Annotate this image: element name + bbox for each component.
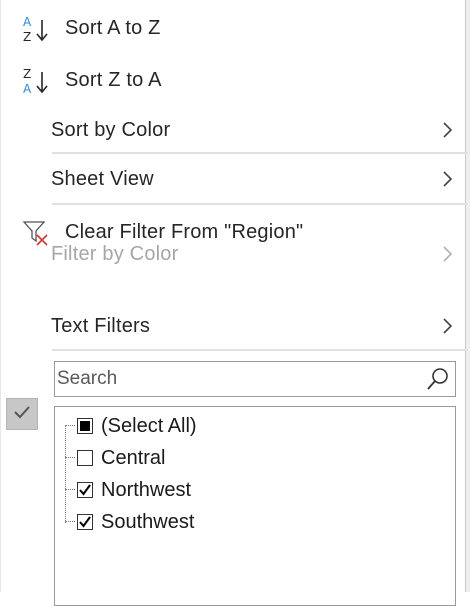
list-item-label: Central [101,446,166,469]
search-box [54,361,456,397]
sort-z-a-icon: Z A [20,66,52,96]
chevron-right-icon [440,316,456,336]
scroll-edge [466,0,470,592]
tree-connector [65,425,66,523]
svg-text:A: A [23,15,32,29]
sheet-view-label: Sheet View [51,167,154,190]
tree-connector [65,457,75,458]
southwest-checkbox[interactable] [77,514,93,530]
menu-separator [52,203,468,205]
search-icon[interactable] [425,366,451,392]
sort-a-z-icon: A Z [20,14,52,44]
list-item-select-all[interactable]: (Select All) [77,411,197,441]
filter-applied-indicator [6,398,38,430]
sort-by-color-item[interactable]: Sort by Color [0,108,466,152]
svg-text:Z: Z [23,30,31,44]
list-item-southwest[interactable]: Southwest [77,507,194,537]
sort-z-to-a-item[interactable]: Z A Sort Z to A [0,58,466,102]
central-checkbox[interactable] [77,450,93,466]
tree-connector [65,489,75,490]
select-all-checkbox[interactable] [77,418,93,434]
chevron-right-icon [440,120,456,140]
list-item-label: Southwest [101,510,195,533]
list-item-central[interactable]: Central [77,443,165,473]
value-list[interactable]: (Select All) Central Northwest Southwest [54,406,456,606]
list-item-label: Northwest [101,478,192,501]
svg-text:A: A [23,82,32,96]
checkmark-icon [13,405,31,424]
northwest-checkbox[interactable] [77,482,93,498]
svg-text:Z: Z [23,67,31,81]
menu-separator [52,349,468,351]
sort-a-to-z-item[interactable]: A Z Sort A to Z [0,6,466,50]
sort-by-color-label: Sort by Color [51,118,171,141]
sheet-view-item[interactable]: Sheet View [0,157,466,201]
sort-z-to-a-label: Sort Z to A [65,68,162,91]
text-filters-label: Text Filters [51,314,151,337]
text-filters-item[interactable]: Text Filters [0,304,466,348]
filter-by-color-item: Filter by Color [0,232,466,276]
list-item-label: (Select All) [101,414,197,437]
chevron-right-icon [440,244,456,264]
sort-a-to-z-label: Sort A to Z [65,16,161,39]
list-item-northwest[interactable]: Northwest [77,475,191,505]
menu-separator [52,152,468,154]
search-input[interactable] [57,364,417,394]
tree-connector [65,521,75,522]
chevron-right-icon [440,169,456,189]
filter-by-color-label: Filter by Color [51,242,179,265]
tree-connector [65,425,75,426]
